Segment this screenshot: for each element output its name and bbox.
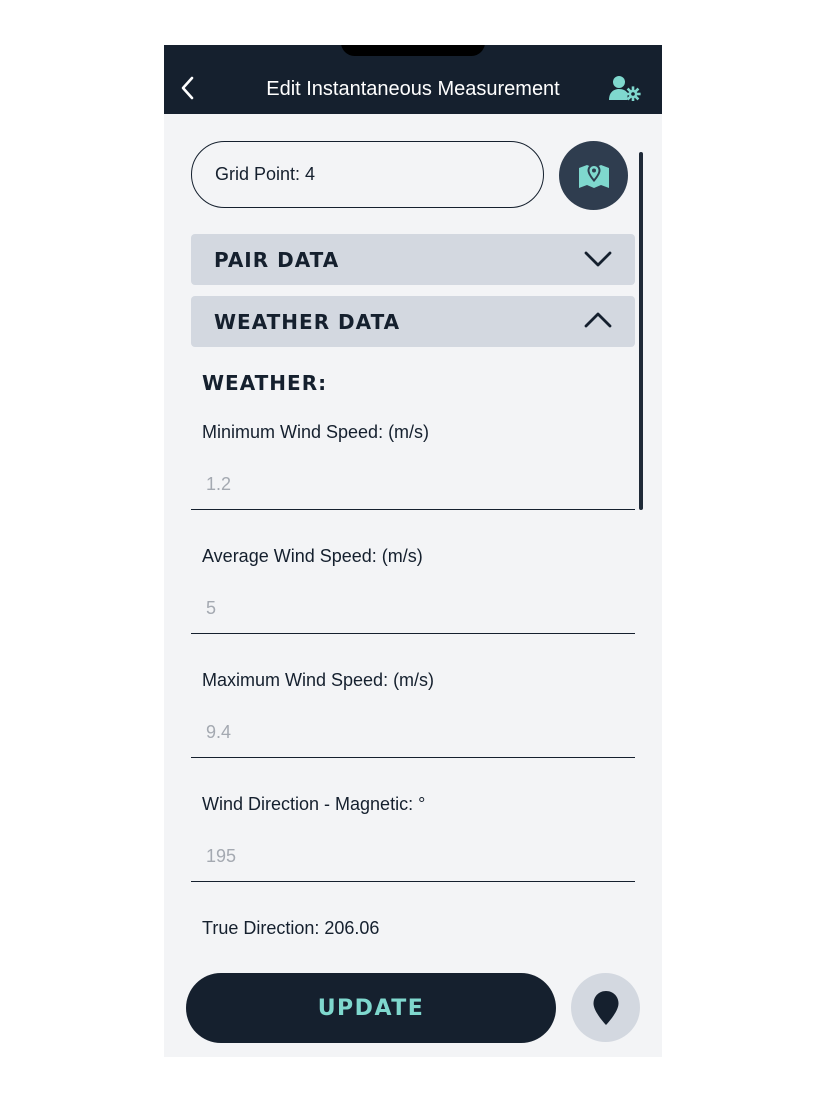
- chevron-down-icon: [584, 251, 612, 267]
- chevron-up-icon: [584, 312, 612, 328]
- min-wind-speed-input[interactable]: [191, 460, 635, 510]
- device-notch: [341, 45, 485, 56]
- location-pin-icon: [593, 990, 618, 1025]
- map-pin-icon: [578, 163, 609, 188]
- page-title: Edit Instantaneous Measurement: [266, 78, 560, 100]
- user-settings-icon: [609, 76, 641, 101]
- true-direction-value: True Direction: 206.06: [202, 918, 380, 938]
- grid-point-field[interactable]: Grid Point: 4: [191, 141, 544, 208]
- grid-point-label: Grid Point: 4: [215, 164, 316, 184]
- wind-direction-input[interactable]: [191, 832, 635, 882]
- app-screen: Edit Instantaneous Measurement Grid Poin…: [164, 45, 662, 1057]
- pair-data-label: PAIR DATA: [214, 247, 340, 272]
- back-button[interactable]: [176, 73, 198, 103]
- chevron-left-icon: [181, 76, 194, 100]
- max-wind-speed-input[interactable]: [191, 708, 635, 758]
- avg-wind-speed-label: Average Wind Speed: (m/s): [202, 546, 423, 566]
- app-header: Edit Instantaneous Measurement: [164, 45, 662, 114]
- weather-data-label: WEATHER DATA: [214, 309, 401, 334]
- avg-wind-speed-input[interactable]: [191, 584, 635, 634]
- pair-data-section[interactable]: PAIR DATA: [191, 234, 635, 285]
- update-button[interactable]: UPDATE: [186, 973, 556, 1043]
- weather-data-section[interactable]: WEATHER DATA: [191, 296, 635, 347]
- max-wind-speed-label: Maximum Wind Speed: (m/s): [202, 670, 435, 690]
- min-wind-speed-label: Minimum Wind Speed: (m/s): [202, 422, 430, 442]
- wind-direction-label: Wind Direction - Magnetic: °: [202, 794, 426, 814]
- weather-heading: WEATHER:: [202, 371, 328, 395]
- map-button[interactable]: [559, 141, 628, 210]
- location-pin-button[interactable]: [571, 973, 640, 1042]
- scrollbar[interactable]: [639, 152, 643, 510]
- update-button-label: UPDATE: [317, 995, 425, 1021]
- user-settings-button[interactable]: [608, 73, 642, 103]
